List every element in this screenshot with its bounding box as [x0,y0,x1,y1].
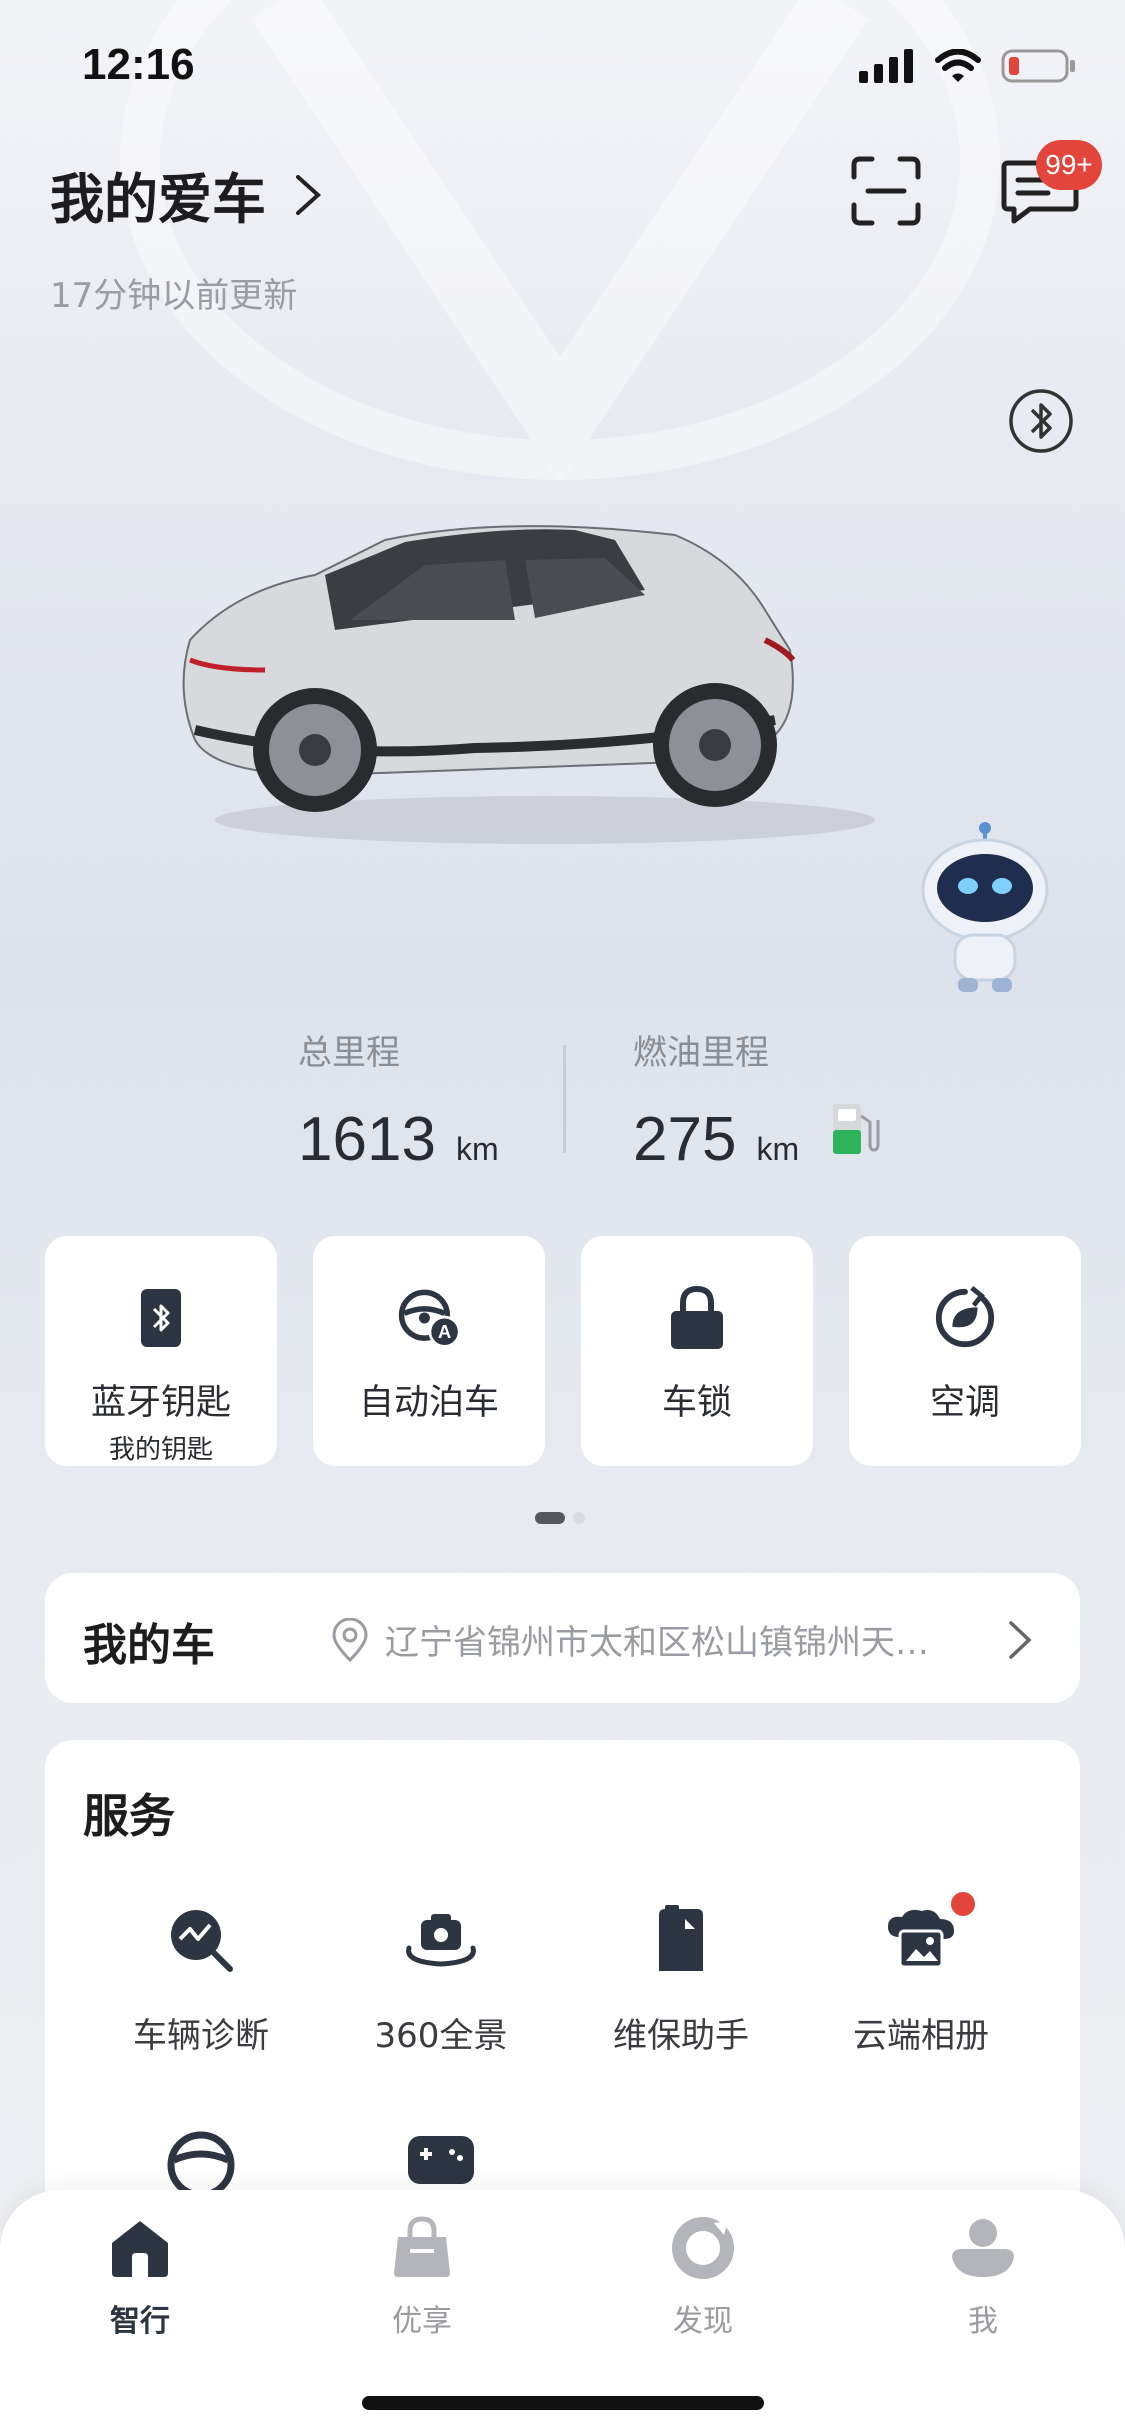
chevron-right-icon [296,174,321,215]
tab-benefits-label: 优享 [392,2304,452,2339]
my-car-title: 我的车 [83,1620,215,1671]
services-title: 服务 [83,1789,175,1843]
total-mileage-unit: km [455,1131,499,1167]
quick-bluetooth-key-sub: 我的钥匙 [108,1435,213,1465]
page-indicator [535,1512,585,1524]
fuel-mileage-value: 275 [633,1105,737,1174]
robot-assistant-icon[interactable] [910,820,1060,1000]
maintenance-icon [659,1905,703,1971]
service-maintenance-label: 维保助手 [613,2016,749,2056]
service-cloud-album[interactable]: 云端相册 [821,1892,1021,2057]
service-360[interactable]: 360全景 [341,1900,541,2057]
page-dot [573,1512,585,1524]
fuel-pump-icon [833,1104,880,1154]
discover-icon [672,2217,734,2279]
tab-profile-label: 我 [968,2304,998,2339]
update-time: 17分钟以前更新 [50,276,298,316]
status-bar: 12:16 [0,0,1125,130]
lock-icon [671,1285,723,1349]
car-image [182,525,875,844]
notification-dot [951,1892,975,1916]
quick-lock[interactable]: 车锁 [581,1236,813,1466]
service-diagnosis-label: 车辆诊断 [133,2016,269,2056]
home-indicator[interactable] [362,2396,764,2410]
vehicle-selector[interactable]: 我的爱车 [50,155,322,234]
quick-auto-park[interactable]: A 自动泊车 [313,1236,545,1466]
status-time: 12:16 [82,40,195,89]
wifi-icon [935,49,981,82]
tab-home[interactable]: 智行 [50,2208,230,2340]
diagnosis-icon [171,1910,233,1972]
fuel-mileage: 燃油里程 275 km [633,1025,799,1175]
cloud-album-icon [888,1909,954,1969]
battery-icon [1001,49,1075,83]
bluetooth-key-icon [141,1289,181,1347]
my-car-card[interactable]: 我的车 辽宁省锦州市太和区松山镇锦州天… [45,1573,1080,1703]
car-location-address: 辽宁省锦州市太和区松山镇锦州天… [385,1623,929,1663]
bag-icon [394,2216,450,2277]
service-maintenance[interactable]: 维保助手 [581,1900,781,2057]
quick-bluetooth-key[interactable]: 蓝牙钥匙 我的钥匙 [45,1236,277,1466]
stats-divider [563,1045,566,1153]
climate-icon [935,1286,995,1348]
tab-discover-label: 发现 [673,2304,733,2339]
quick-climate[interactable]: 空调 [849,1236,1081,1466]
total-mileage: 总里程 1613 km [298,1025,499,1175]
quick-lock-label: 车锁 [661,1383,732,1423]
tab-discover[interactable]: 发现 [613,2208,793,2340]
message-badge: 99+ [1036,140,1102,190]
page-dot-active [535,1512,565,1524]
tab-home-label: 智行 [110,2304,170,2339]
bluetooth-icon[interactable] [1008,388,1074,454]
quick-auto-park-label: 自动泊车 [358,1383,499,1423]
camera-360-icon [406,1914,476,1967]
quick-bluetooth-key-label: 蓝牙钥匙 [90,1383,231,1423]
service-diagnosis[interactable]: 车辆诊断 [101,1900,301,2057]
total-mileage-label: 总里程 [298,1033,400,1073]
fuel-mileage-label: 燃油里程 [633,1033,769,1073]
chevron-right-icon [1009,1621,1032,1659]
tab-profile[interactable]: 我 [893,2208,1073,2340]
location-pin-icon [332,1618,368,1662]
gamepad-icon [408,2136,474,2184]
service-cloud-album-label: 云端相册 [853,2016,989,2056]
signal-icon [859,49,913,83]
scan-icon[interactable] [850,155,922,227]
fuel-mileage-unit: km [756,1131,800,1167]
home-icon [112,2221,168,2277]
page-title: 我的爱车 [50,168,266,231]
tab-benefits[interactable]: 优享 [332,2208,512,2340]
service-game[interactable] [341,2130,541,2190]
svg-text:A: A [438,1321,451,1342]
service-360-label: 360全景 [374,2016,508,2056]
total-mileage-value: 1613 [298,1105,436,1174]
auto-park-icon: A [398,1289,461,1348]
profile-icon [952,2219,1014,2277]
quick-climate-label: 空调 [929,1383,1000,1423]
